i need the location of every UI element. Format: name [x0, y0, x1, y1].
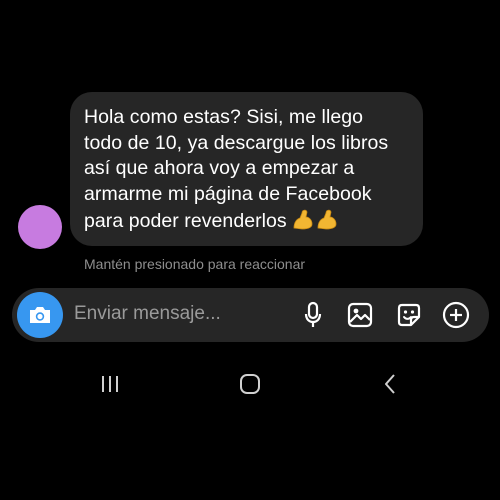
message-input[interactable]: Enviar mensaje... [74, 303, 221, 325]
flexed-biceps-emoji [291, 207, 339, 239]
recent-apps-icon [102, 376, 118, 392]
message-line-last: para poder revenderlos [84, 207, 409, 239]
message-line: todo de 10, ya descargue los libros [84, 131, 389, 154]
back-button[interactable] [376, 372, 404, 396]
avatar[interactable] [18, 205, 62, 249]
gallery-button[interactable] [346, 301, 374, 329]
add-button[interactable] [442, 301, 470, 329]
recent-apps-button[interactable] [96, 372, 124, 396]
message-bubble[interactable]: Hola como estas? Sisi, me llego todo de … [70, 92, 423, 246]
sticker-button[interactable] [395, 301, 423, 329]
message-line: Hola como estas? Sisi, me llego [84, 106, 364, 128]
back-icon [385, 374, 395, 394]
camera-icon [30, 307, 50, 323]
add-icon [442, 301, 470, 329]
message-line: armarme mi página de Facebook [84, 182, 372, 205]
react-hint: Mantén presionado para reaccionar [84, 256, 306, 272]
gallery-icon [347, 302, 373, 328]
message-composer: Enviar mensaje... [12, 288, 489, 342]
message-line: así que ahora voy a empezar a [84, 157, 355, 179]
system-navigation-bar [0, 368, 500, 400]
message-line-text: para poder revenderlos [84, 210, 287, 232]
sticker-icon [397, 303, 421, 327]
microphone-icon [304, 301, 322, 327]
home-icon [240, 374, 260, 394]
microphone-button[interactable] [299, 301, 327, 329]
camera-button[interactable] [17, 292, 63, 338]
home-button[interactable] [236, 372, 264, 396]
